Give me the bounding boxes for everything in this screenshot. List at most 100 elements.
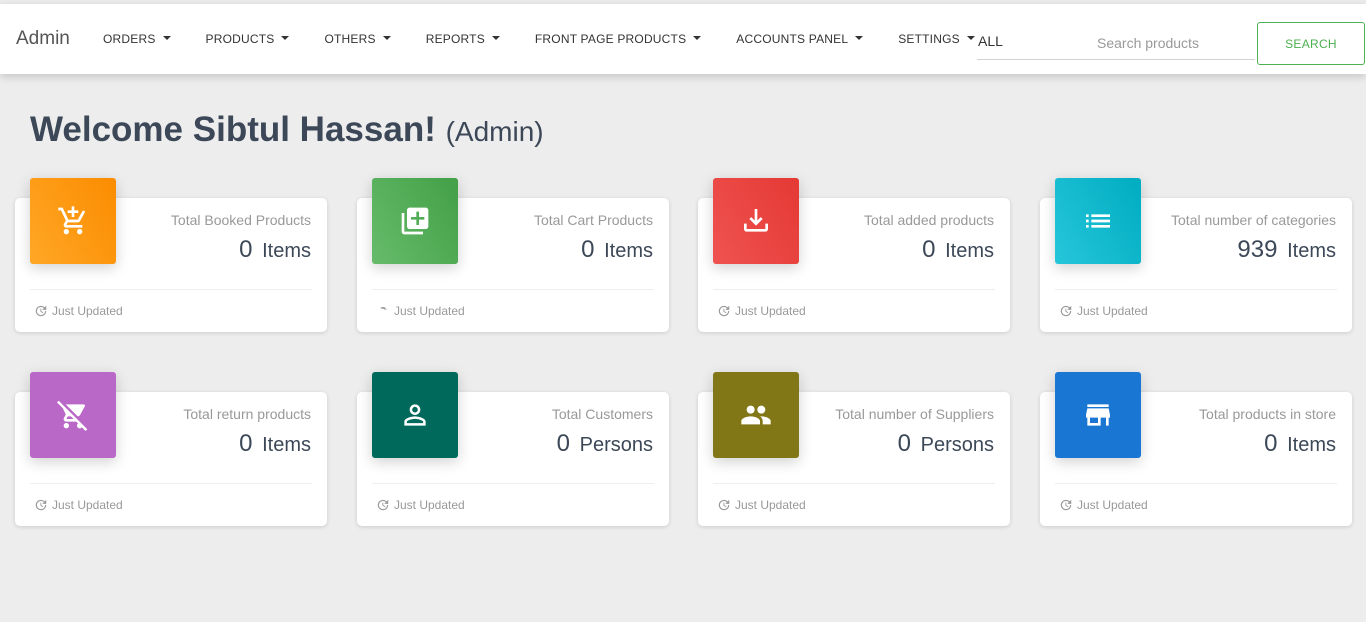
nav-front-page-products-label: FRONT PAGE PRODUCTS — [534, 32, 687, 46]
card-footer-text: Just Updated — [52, 304, 123, 318]
caret-down-icon — [162, 36, 171, 40]
card-footer: Just Updated — [713, 483, 995, 512]
nav-front-page-products[interactable]: FRONT PAGE PRODUCTS — [534, 32, 702, 46]
stat-card-suppliers: Total number of Suppliers 0 Persons Just… — [698, 372, 1010, 526]
download-icon — [713, 178, 799, 264]
update-icon — [1060, 499, 1072, 511]
stat-card-booked-products: Total Booked Products 0 Items Just Updat… — [15, 178, 327, 332]
update-icon — [35, 499, 47, 511]
stat-card-customers: Total Customers 0 Persons Just Updated — [357, 372, 669, 526]
card-category: Total added products — [864, 212, 994, 228]
card-footer-text: Just Updated — [735, 304, 806, 318]
nav-reports-label: REPORTS — [425, 32, 485, 46]
nav-orders[interactable]: ORDERS — [103, 32, 171, 46]
stat-card-added-products: Total added products 0 Items Just Update… — [698, 178, 1010, 332]
update-icon — [718, 499, 730, 511]
nav-others[interactable]: OTHERS — [324, 32, 391, 46]
card-number: 0 — [239, 430, 253, 457]
update-icon — [380, 307, 389, 310]
welcome-role: (Admin) — [445, 116, 544, 147]
card-unit: Items — [262, 434, 311, 456]
card-category: Total return products — [183, 406, 311, 422]
category-filter-select[interactable]: ALL — [977, 24, 1097, 60]
stat-card-return-products: Total return products 0 Items Just Updat… — [15, 372, 327, 526]
search-input[interactable] — [1097, 24, 1255, 60]
welcome-greeting: Welcome Sibtul Hassan! — [30, 110, 436, 149]
nav-accounts-panel[interactable]: ACCOUNTS PANEL — [736, 32, 864, 46]
card-unit: Persons — [920, 434, 994, 456]
card-unit: Items — [262, 240, 311, 262]
nav-settings[interactable]: SETTINGS — [898, 32, 975, 46]
library-add-icon — [372, 178, 458, 264]
card-category: Total number of categories — [1171, 212, 1336, 228]
card-footer: Just Updated — [1055, 289, 1337, 318]
card-number: 0 — [556, 430, 570, 457]
card-footer: Just Updated — [372, 483, 654, 512]
add-shopping-cart-icon — [30, 178, 116, 264]
card-footer-text: Just Updated — [394, 498, 465, 512]
top-navbar: Admin ORDERS PRODUCTS OTHERS REPORTS FRO… — [0, 3, 1366, 74]
card-value: 0 Persons — [898, 430, 994, 458]
card-number: 939 — [1237, 236, 1278, 263]
stat-card-store-products: Total products in store 0 Items Just Upd… — [1040, 372, 1352, 526]
people-icon — [713, 372, 799, 458]
caret-down-icon — [491, 36, 500, 40]
stat-card-cart-products: Total Cart Products 0 Items Just Updated — [357, 178, 669, 332]
card-footer: Just Updated — [713, 289, 995, 318]
nav-products[interactable]: PRODUCTS — [206, 32, 290, 46]
update-icon — [1060, 305, 1072, 317]
update-icon — [718, 305, 730, 317]
nav-reports[interactable]: REPORTS — [426, 32, 500, 46]
card-footer-text: Just Updated — [394, 304, 465, 318]
card-number: 0 — [897, 430, 911, 457]
card-category: Total Booked Products — [170, 212, 311, 228]
card-category: Total Customers — [551, 406, 653, 422]
card-unit: Items — [1287, 240, 1336, 262]
update-icon — [35, 305, 47, 317]
card-unit: Items — [1287, 434, 1336, 456]
card-footer: Just Updated — [30, 289, 312, 318]
card-value: 0 Items — [239, 430, 311, 458]
card-value: 0 Items — [922, 236, 994, 264]
caret-down-icon — [855, 36, 864, 40]
list-icon — [1055, 178, 1141, 264]
caret-down-icon — [382, 36, 391, 40]
card-value: 0 Items — [239, 236, 311, 264]
card-category: Total products in store — [1199, 406, 1336, 422]
card-footer-text: Just Updated — [735, 498, 806, 512]
card-footer-text: Just Updated — [52, 498, 123, 512]
card-footer: Just Updated — [372, 289, 654, 318]
card-unit: Items — [945, 240, 994, 262]
welcome-heading: Welcome Sibtul Hassan! (Admin) — [30, 110, 544, 150]
update-icon — [377, 499, 389, 511]
card-value: 0 Persons — [557, 430, 653, 458]
nav-orders-label: ORDERS — [103, 32, 156, 46]
card-footer: Just Updated — [1055, 483, 1337, 512]
search-button[interactable]: SEARCH — [1257, 22, 1365, 65]
caret-down-icon — [693, 36, 702, 40]
card-unit: Items — [604, 240, 653, 262]
card-number: 0 — [922, 236, 936, 263]
card-category: Total Cart Products — [533, 212, 653, 228]
card-category: Total number of Suppliers — [835, 406, 994, 422]
remove-shopping-cart-icon — [30, 372, 116, 458]
caret-down-icon — [966, 36, 975, 40]
card-footer-text: Just Updated — [1077, 498, 1148, 512]
stat-card-categories: Total number of categories 939 Items Jus… — [1040, 178, 1352, 332]
card-value: 939 Items — [1237, 236, 1336, 264]
card-number: 0 — [581, 236, 595, 263]
card-unit: Persons — [579, 434, 653, 456]
nav-products-label: PRODUCTS — [205, 32, 275, 46]
nav-others-label: OTHERS — [324, 32, 376, 46]
brand-logo[interactable]: Admin — [16, 28, 103, 50]
nav-menu: ORDERS PRODUCTS OTHERS REPORTS FRONT PAG… — [103, 32, 975, 46]
card-number: 0 — [239, 236, 253, 263]
nav-settings-label: SETTINGS — [898, 32, 960, 46]
nav-accounts-panel-label: ACCOUNTS PANEL — [736, 32, 849, 46]
card-value: 0 Items — [1264, 430, 1336, 458]
store-icon — [1055, 372, 1141, 458]
card-footer: Just Updated — [30, 483, 312, 512]
card-number: 0 — [1264, 430, 1278, 457]
person-icon — [372, 372, 458, 458]
caret-down-icon — [281, 36, 290, 40]
